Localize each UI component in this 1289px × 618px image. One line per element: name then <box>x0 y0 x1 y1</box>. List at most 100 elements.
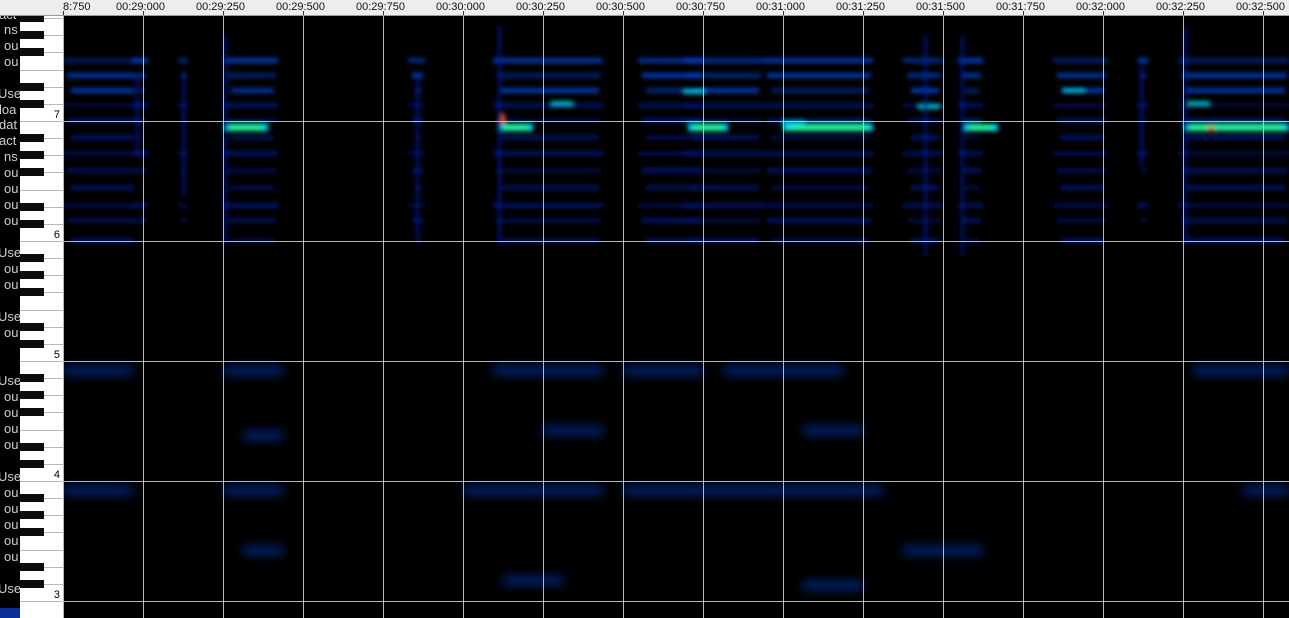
energy-band <box>687 218 761 223</box>
time-tick-label: 00:32:000 <box>1076 1 1125 13</box>
black-key[interactable] <box>20 528 44 536</box>
energy-band <box>1053 151 1108 156</box>
black-key[interactable] <box>20 168 44 176</box>
truncated-track-label: ou <box>4 421 19 436</box>
time-tick-mark <box>303 11 304 15</box>
white-key-divider <box>20 121 63 122</box>
spectrogram-canvas <box>63 16 1289 618</box>
truncated-track-label: Use <box>0 373 20 388</box>
truncated-track-label: ns <box>4 22 18 37</box>
time-tick-label: 00:29:750 <box>356 1 405 13</box>
time-tick-mark <box>383 11 384 15</box>
black-key[interactable] <box>20 563 44 571</box>
soft-energy <box>623 486 883 495</box>
time-tick-label: 00:30:500 <box>596 1 645 13</box>
energy-band <box>1186 185 1285 190</box>
black-key[interactable] <box>20 443 44 451</box>
spectrogram-view[interactable] <box>63 16 1289 618</box>
energy-band <box>497 73 601 78</box>
piano-keyboard[interactable]: 7 6 5 4 3 <box>20 16 64 618</box>
energy-band <box>763 151 873 156</box>
black-key[interactable] <box>20 494 44 502</box>
black-key[interactable] <box>20 100 44 108</box>
energy-band <box>1061 185 1104 190</box>
fundamental-peak <box>694 125 722 130</box>
energy-band <box>1057 118 1106 123</box>
soft-energy <box>493 366 603 375</box>
truncated-track-label: ou <box>4 165 19 180</box>
energy-band <box>966 135 979 140</box>
energy-band <box>63 203 138 208</box>
soft-energy <box>223 366 283 375</box>
time-tick-mark <box>943 11 944 15</box>
energy-band <box>493 58 603 63</box>
time-tick-mark <box>783 11 784 15</box>
truncated-track-label: ou <box>4 437 19 452</box>
time-tick-label: 00:30:000 <box>436 1 485 13</box>
time-tick-mark <box>223 11 224 15</box>
black-key[interactable] <box>20 151 44 159</box>
truncated-track-label: act <box>0 133 17 148</box>
soft-energy <box>63 366 133 375</box>
time-tick-label: 8:750 <box>63 1 91 13</box>
white-key-divider <box>20 310 63 311</box>
black-key[interactable] <box>20 391 44 399</box>
black-key[interactable] <box>20 408 44 416</box>
left-label-strip: datactnsououUseloadatactnsououououUseouo… <box>0 0 20 618</box>
time-tick-label: 00:29:500 <box>276 1 325 13</box>
energy-band <box>223 58 278 63</box>
energy-band <box>71 135 134 140</box>
energy-band <box>1138 58 1148 63</box>
black-key[interactable] <box>20 48 44 56</box>
energy-band <box>408 58 425 63</box>
time-tick-mark <box>863 11 864 15</box>
black-key[interactable] <box>20 16 44 22</box>
harmonic-peak <box>551 101 573 106</box>
white-key-divider <box>20 430 63 431</box>
black-key[interactable] <box>20 220 44 228</box>
black-key[interactable] <box>20 203 44 211</box>
time-tick-mark <box>1183 11 1184 15</box>
energy-band <box>1182 218 1287 223</box>
black-key[interactable] <box>20 288 44 296</box>
black-key[interactable] <box>20 254 44 262</box>
energy-band <box>767 118 871 123</box>
time-tick-mark <box>63 11 64 15</box>
black-key[interactable] <box>20 31 44 39</box>
black-key[interactable] <box>20 460 44 468</box>
black-key[interactable] <box>20 511 44 519</box>
time-tick-mark <box>623 11 624 15</box>
scroll-indicator <box>0 608 20 618</box>
energy-band <box>687 168 761 173</box>
energy-band <box>1053 103 1108 108</box>
energy-band <box>1182 168 1287 173</box>
black-key[interactable] <box>20 580 44 588</box>
truncated-track-label: ou <box>4 213 19 228</box>
black-key[interactable] <box>20 323 44 331</box>
energy-band <box>71 185 134 190</box>
harmonic-peak <box>1188 101 1210 106</box>
black-key[interactable] <box>20 271 44 279</box>
soft-energy <box>463 486 603 495</box>
energy-band <box>687 73 761 78</box>
energy-band <box>683 151 763 156</box>
time-tick-label: 00:30:250 <box>516 1 565 13</box>
black-key[interactable] <box>20 83 44 91</box>
black-key[interactable] <box>20 374 44 382</box>
truncated-track-label: ou <box>4 197 19 212</box>
white-key-divider <box>20 550 63 551</box>
energy-band <box>67 168 136 173</box>
truncated-track-label: ou <box>4 38 19 53</box>
energy-band <box>1061 135 1104 140</box>
black-key[interactable] <box>20 134 44 142</box>
truncated-track-label: ou <box>4 549 19 564</box>
energy-band <box>767 218 871 223</box>
energy-band <box>223 151 278 156</box>
soft-energy <box>543 426 603 435</box>
truncated-track-label: ou <box>4 277 19 292</box>
black-key[interactable] <box>20 340 44 348</box>
energy-band <box>1186 135 1285 140</box>
truncated-track-label: Use <box>0 469 20 484</box>
time-ruler[interactable]: 8:750 00:29:000 00:29:250 00:29:500 00:29:75… <box>0 0 1289 16</box>
energy-band <box>1057 218 1106 223</box>
